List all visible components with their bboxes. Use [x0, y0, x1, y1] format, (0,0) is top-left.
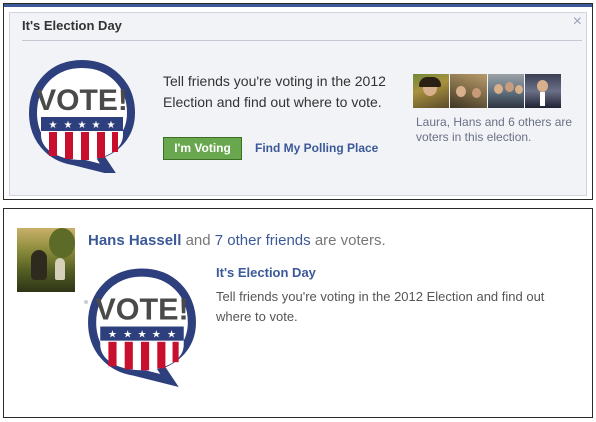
card-top-border — [4, 4, 592, 7]
friend-photo-4[interactable] — [524, 74, 561, 108]
svg-text:★: ★ — [92, 120, 101, 131]
story-message: Tell friends you're voting in the 2012 E… — [216, 289, 545, 324]
other-friends-link[interactable]: 7 other friends — [215, 232, 311, 249]
svg-text:★: ★ — [78, 120, 87, 131]
im-voting-button[interactable]: I'm Voting — [163, 137, 242, 160]
svg-text:★: ★ — [107, 120, 116, 131]
svg-text:★: ★ — [152, 330, 161, 341]
vote-badge-icon: VOTE! ★ ★ ★ ★ ★ — [88, 268, 196, 387]
story-headline: Hans Hassell and 7 other friends are vot… — [88, 232, 386, 249]
story-suffix: are voters. — [314, 232, 386, 249]
card-message: Tell friends you're voting in the 2012 E… — [163, 73, 386, 110]
friend-photos — [413, 74, 561, 108]
svg-text:★: ★ — [123, 330, 132, 341]
friend-photo-3[interactable] — [487, 74, 524, 108]
title-divider — [22, 40, 582, 41]
svg-text:★: ★ — [64, 120, 73, 131]
svg-text:★: ★ — [137, 330, 146, 341]
story-joiner: and — [185, 232, 211, 249]
badge-word: VOTE! — [95, 292, 188, 326]
close-icon[interactable]: × — [573, 14, 582, 30]
friend-photo-laura[interactable] — [413, 74, 450, 108]
avatar[interactable] — [17, 228, 75, 292]
friend-name-link[interactable]: Hans Hassell — [88, 232, 181, 249]
friend-photo-hans[interactable] — [450, 74, 487, 108]
card-title: It's Election Day — [22, 18, 122, 33]
svg-text:★: ★ — [167, 330, 176, 341]
vote-badge-icon: VOTE! ★ ★ ★ ★ ★ — [28, 59, 136, 173]
badge-word: VOTE! — [36, 84, 128, 117]
friends-voted-caption: Laura, Hans and 6 others are voters in t… — [416, 115, 573, 144]
story-title-link[interactable]: It's Election Day — [216, 265, 316, 280]
find-polling-place-link[interactable]: Find My Polling Place — [255, 141, 378, 155]
svg-text:★: ★ — [49, 120, 58, 131]
svg-text:★: ★ — [108, 330, 117, 341]
